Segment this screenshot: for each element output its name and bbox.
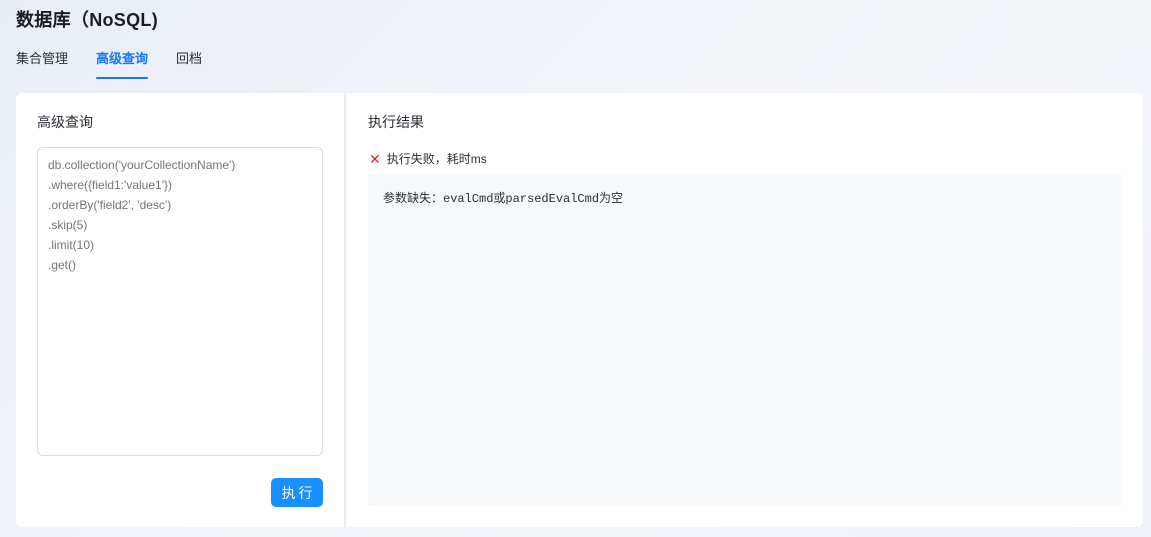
tab-advanced-query[interactable]: 高级查询: [96, 48, 149, 79]
close-icon: ✕: [369, 150, 381, 167]
execute-button[interactable]: 执行: [271, 478, 323, 507]
status-text: 执行失败，耗时ms: [386, 152, 487, 166]
page: 数据库（NoSQL) 集合管理 高级查询 回档 高级查询 执行 执行结果 ✕ 执…: [0, 0, 1151, 537]
execution-status: ✕ 执行失败，耗时ms: [369, 150, 487, 167]
page-title: 数据库（NoSQL): [16, 10, 158, 30]
result-panel: 执行结果 ✕ 执行失败，耗时ms 参数缺失：evalCmd或parsedEval…: [346, 93, 1143, 527]
query-panel-title: 高级查询: [37, 114, 93, 130]
query-panel: 高级查询 执行: [16, 93, 344, 527]
result-panel-title: 执行结果: [368, 114, 424, 130]
result-message: 参数缺失：evalCmd或parsedEvalCmd为空: [383, 192, 624, 206]
tab-rollback[interactable]: 回档: [176, 48, 202, 79]
result-output: 参数缺失：evalCmd或parsedEvalCmd为空: [368, 174, 1122, 506]
tab-collection-management[interactable]: 集合管理: [16, 48, 68, 79]
query-input[interactable]: [37, 147, 323, 456]
tab-bar: 集合管理 高级查询 回档: [16, 48, 202, 79]
